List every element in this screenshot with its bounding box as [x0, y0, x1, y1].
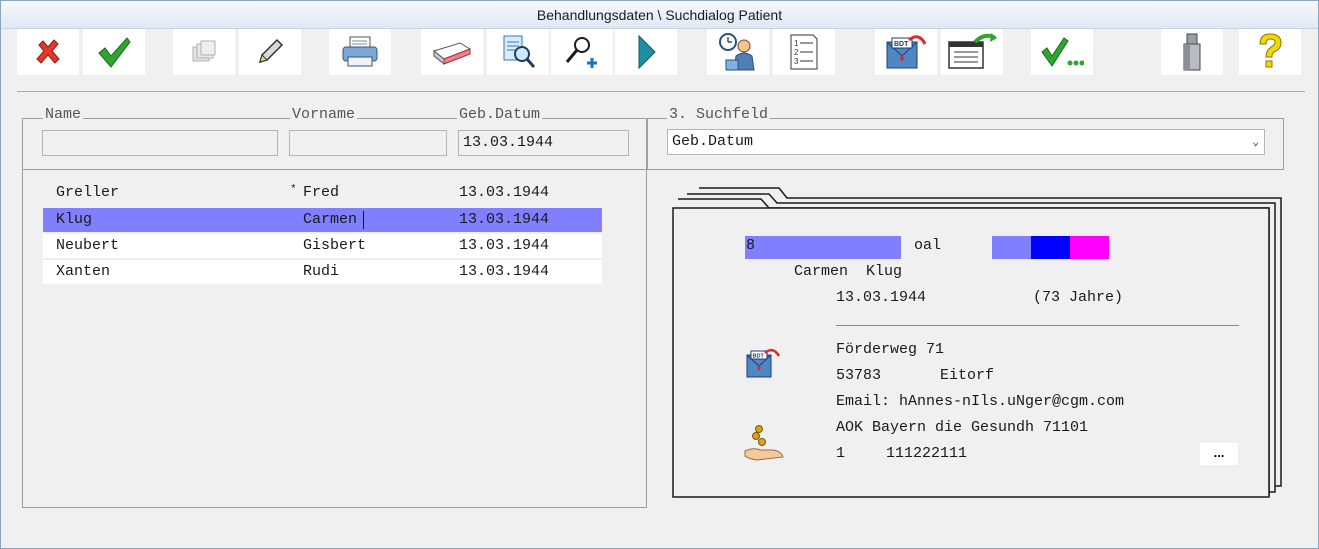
edit-button[interactable] [239, 29, 301, 75]
patient-full-name: Carmen Klug [794, 263, 903, 280]
row-name: Xanten [56, 263, 111, 280]
patient-email: Email: hAnnes-nIls.uNger@cgm.com [836, 393, 1125, 410]
row-gebdatum: 13.03.1944 [459, 211, 550, 228]
row-vorname: Gisbert [303, 237, 367, 254]
eraser-icon [432, 42, 472, 66]
patient-birthdate: 13.03.1944 [836, 289, 927, 306]
check-ellipsis-icon [1041, 37, 1084, 67]
patient-code: oal [914, 237, 942, 254]
cancel-button[interactable] [17, 29, 79, 75]
row-gebdatum: 13.03.1944 [459, 263, 550, 280]
more-button[interactable]: ... [1200, 443, 1238, 465]
stack-cards-icon [192, 40, 216, 62]
vorname-label: Vorname [290, 106, 358, 123]
swatch-blue [1031, 236, 1070, 259]
text-cursor [363, 211, 364, 229]
swatch-magenta [1070, 236, 1109, 259]
next-button[interactable] [615, 29, 677, 75]
patient-insurance: AOK Bayern die Gesundh 71101 [836, 419, 1089, 436]
patient-age: (73 Jahre) [1033, 289, 1124, 306]
row-vorname: Fred [303, 184, 340, 201]
patient-number: 8 [746, 237, 756, 254]
export-button[interactable] [941, 29, 1003, 75]
bdt-mail-button[interactable]: BDT [875, 29, 937, 75]
usb-stick-icon [1183, 33, 1201, 71]
name-label: Name [43, 106, 84, 123]
name-input[interactable] [42, 130, 278, 156]
row-vorname: Carmen [303, 211, 358, 228]
check-more-button[interactable] [1031, 29, 1093, 75]
svg-text:1: 1 [794, 39, 799, 48]
clock-person-icon [719, 33, 755, 71]
row-marker: * [290, 184, 297, 196]
bdt-envelope-icon: BDT [746, 348, 781, 378]
search-add-button[interactable] [551, 29, 613, 75]
patient-insurance-number: 111222111 [886, 445, 968, 462]
green-check-icon [98, 37, 131, 68]
appointment-button[interactable] [707, 29, 769, 75]
window-title: Behandlungsdaten \ Suchdialog Patient [1, 1, 1318, 29]
magnifier-plus-icon [565, 37, 597, 68]
document-search-icon [503, 35, 536, 68]
suchfeld-label: 3. Suchfeld [667, 106, 771, 123]
svg-text:BDT: BDT [753, 354, 765, 360]
row-gebdatum: 13.03.1944 [459, 184, 550, 201]
question-mark-icon [1259, 33, 1282, 68]
row-name: Klug [56, 211, 93, 228]
dialog-window: Behandlungsdaten \ Suchdialog Patient 1 … [0, 0, 1319, 549]
search-document-button[interactable] [487, 29, 549, 75]
erase-button[interactable] [421, 29, 483, 75]
svg-text:2: 2 [794, 48, 799, 57]
stack-button[interactable] [173, 29, 235, 75]
bdt-envelope-icon: BDT [886, 35, 927, 69]
color-swatches [992, 236, 1109, 259]
patient-zip: 53783 [836, 367, 882, 384]
vorname-input[interactable] [289, 130, 447, 156]
table-row[interactable]: Neubert Gisbert 13.03.1944 [43, 234, 602, 258]
row-name: Greller [56, 184, 120, 201]
print-button[interactable] [329, 29, 391, 75]
usb-button[interactable] [1161, 29, 1223, 75]
list-button[interactable]: 1 2 3 [773, 29, 835, 75]
row-name: Neubert [56, 237, 120, 254]
card-divider [836, 325, 1239, 326]
table-row[interactable]: Xanten Rudi 13.03.1944 [43, 260, 602, 284]
gebdatum-label: Geb.Datum [457, 106, 543, 123]
chevron-down-icon: ⌄ [1252, 137, 1259, 149]
numbered-list-icon: 1 2 3 [790, 34, 818, 70]
patient-city: Eitorf [940, 367, 995, 384]
play-arrow-icon [638, 34, 656, 70]
gebdatum-input[interactable]: 13.03.1944 [458, 130, 629, 156]
table-row[interactable]: Greller * Fred 13.03.1944 [43, 181, 602, 205]
svg-text:BDT: BDT [894, 41, 909, 48]
red-x-icon [36, 39, 60, 64]
patient-number-field [745, 236, 901, 259]
row-vorname: Rudi [303, 263, 340, 280]
suchfeld-select[interactable]: Geb.Datum ⌄ [667, 129, 1265, 155]
help-button[interactable] [1239, 29, 1301, 75]
table-row-selected[interactable]: Klug Carmen 13.03.1944 [43, 208, 602, 232]
toolbar: 1 2 3 BDT [1, 29, 1318, 81]
swatch-light-blue [992, 236, 1031, 259]
printer-icon [342, 36, 378, 67]
pencil-icon [258, 38, 284, 64]
toolbar-divider [17, 91, 1305, 92]
patient-street: Förderweg 71 [836, 341, 945, 358]
form-arrow-icon [948, 33, 997, 69]
coins-hand-icon [744, 425, 784, 461]
svg-text:3: 3 [794, 57, 799, 66]
patient-insurance-status: 1 [836, 445, 846, 462]
ok-button[interactable] [83, 29, 145, 75]
suchfeld-select-value: Geb.Datum [672, 133, 754, 150]
row-gebdatum: 13.03.1944 [459, 237, 550, 254]
